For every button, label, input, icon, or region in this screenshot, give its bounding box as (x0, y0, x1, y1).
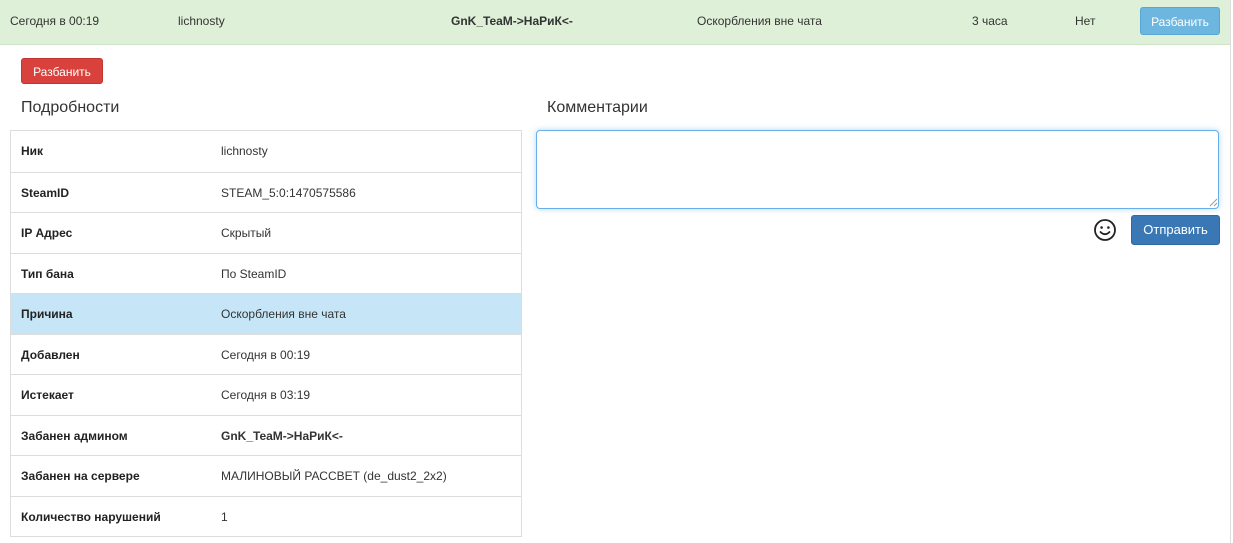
send-button[interactable]: Отправить (1131, 215, 1220, 245)
detail-key: Истекает (21, 388, 74, 402)
ban-nick: lichnosty (178, 14, 225, 28)
details-table: Ник lichnosty SteamID STEAM_5:0:14705755… (10, 130, 522, 537)
detail-key: Количество нарушений (21, 509, 161, 524)
unban-row-button[interactable]: Разбанить (1140, 7, 1220, 35)
detail-value: GnK_TeaM->НаРиК<- (221, 428, 343, 443)
ban-reason: Оскорбления вне чата (697, 14, 822, 28)
details-heading: Подробности (21, 99, 120, 116)
detail-key: SteamID (21, 185, 70, 200)
comments-heading: Комментарии (547, 99, 648, 116)
detail-value: Сегодня в 00:19 (221, 347, 311, 362)
comment-input[interactable] (536, 130, 1219, 209)
detail-value: 1 (221, 509, 228, 524)
table-row: Тип бана По SteamID (11, 252, 521, 294)
unban-button[interactable]: Разбанить (21, 58, 103, 84)
detail-key: IP Адрес (21, 226, 73, 240)
divider (1230, 0, 1231, 543)
table-row: Забанен на сервере МАЛИНОВЫЙ РАССВЕТ (de… (11, 455, 521, 496)
table-row-highlighted: Причина Оскорбления вне чата (11, 293, 521, 334)
detail-value: По SteamID (221, 266, 287, 281)
table-row: SteamID STEAM_5:0:1470575586 (11, 171, 521, 213)
detail-value: STEAM_5:0:1470575586 (221, 185, 356, 200)
table-row: Добавлен Сегодня в 00:19 (11, 333, 521, 375)
detail-value: Оскорбления вне чата (221, 307, 346, 321)
detail-key: Тип бана (21, 266, 74, 281)
detail-value: Скрытый (221, 226, 272, 240)
resize-handle-icon[interactable] (1208, 197, 1218, 207)
detail-value: МАЛИНОВЫЙ РАССВЕТ (de_dust2_2x2) (221, 469, 447, 483)
table-row: Количество нарушений 1 (11, 495, 521, 537)
table-row: Ник lichnosty (11, 131, 521, 172)
detail-key: Забанен админом (21, 428, 128, 443)
ban-list-row[interactable]: Сегодня в 00:19 lichnosty GnK_TeaM->НаРи… (0, 0, 1230, 45)
ban-date: Сегодня в 00:19 (10, 14, 100, 28)
detail-key: Ник (21, 144, 44, 158)
table-row: Забанен админом GnK_TeaM->НаРиК<- (11, 414, 521, 456)
detail-key: Причина (21, 307, 73, 321)
smiley-icon[interactable] (1093, 218, 1117, 242)
ban-status: Нет (1075, 14, 1096, 28)
table-row: IP Адрес Скрытый (11, 212, 521, 253)
ban-duration: 3 часа (972, 14, 1008, 28)
table-row: Истекает Сегодня в 03:19 (11, 374, 521, 415)
detail-key: Добавлен (21, 347, 80, 362)
detail-key: Забанен на сервере (21, 469, 140, 483)
detail-value: lichnosty (221, 144, 268, 158)
ban-admin: GnK_TeaM->НаРиК<- (451, 14, 573, 28)
detail-value: Сегодня в 03:19 (221, 388, 311, 402)
